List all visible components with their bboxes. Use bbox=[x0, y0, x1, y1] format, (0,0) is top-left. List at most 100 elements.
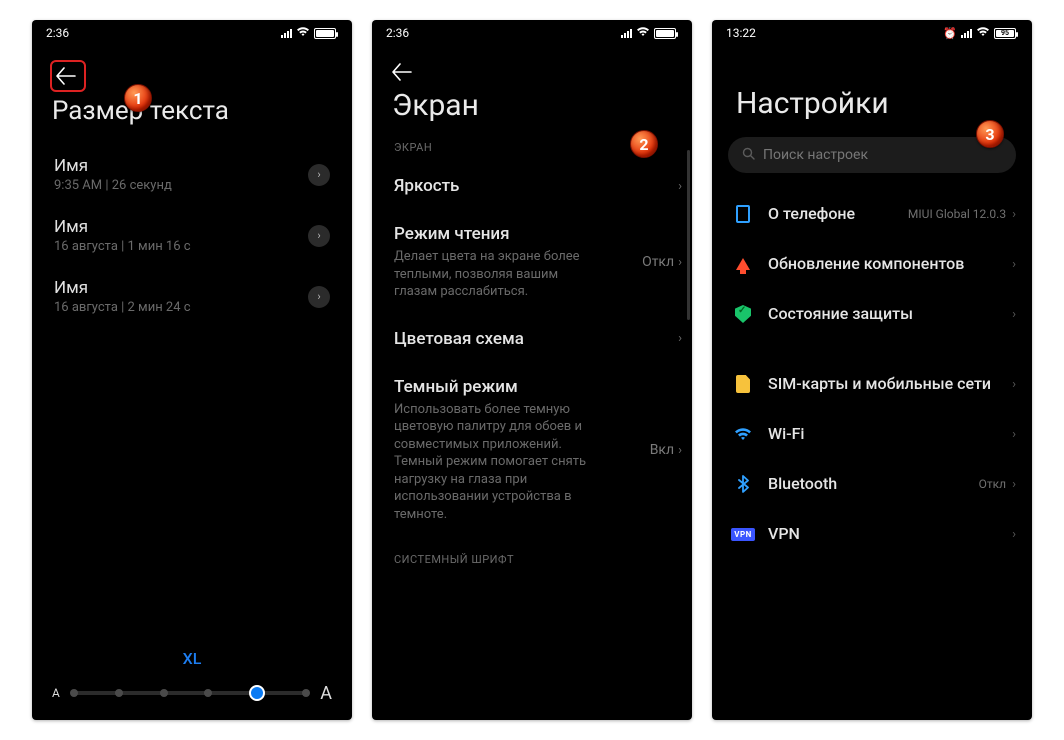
row-label: Состояние защиты bbox=[768, 304, 998, 324]
wifi-row[interactable]: Wi-Fi › bbox=[728, 409, 1020, 459]
settings-list: О телефоне MIUI Global 12.0.3› Обновлени… bbox=[712, 189, 1032, 559]
chevron-right-icon: › bbox=[308, 286, 330, 308]
item-name: Имя bbox=[54, 156, 172, 176]
brightness-row[interactable]: Яркость › bbox=[394, 162, 682, 210]
row-label: Wi-Fi bbox=[768, 424, 992, 444]
status-indicators bbox=[281, 26, 336, 40]
list-item[interactable]: Имя 16 августа | 2 мин 24 с › bbox=[46, 266, 338, 327]
slider-track[interactable] bbox=[70, 682, 310, 704]
bluetooth-icon bbox=[732, 473, 754, 495]
security-status-row[interactable]: Состояние защиты › bbox=[728, 289, 1020, 339]
wifi-icon bbox=[636, 26, 650, 40]
chevron-right-icon: › bbox=[678, 255, 682, 270]
list-item[interactable]: Имя 9:35 AM | 26 секунд › bbox=[46, 144, 338, 205]
row-title: Режим чтения bbox=[394, 224, 632, 244]
row-label: Обновление компонентов bbox=[768, 254, 998, 274]
step-badge-3: 3 bbox=[976, 120, 1004, 148]
slider-stop-active[interactable] bbox=[249, 685, 265, 701]
item-name: Имя bbox=[54, 217, 191, 237]
phone-screen-display: 2:36 Экран 2 ЭКРАН Яркость › Режим чтени… bbox=[372, 20, 692, 720]
section-caption: СИСТЕМНЫЙ ШРИФТ bbox=[394, 537, 682, 566]
battery-icon: 95 bbox=[994, 28, 1016, 39]
wifi-icon bbox=[296, 26, 310, 40]
search-input[interactable]: Поиск настроек bbox=[728, 137, 1016, 173]
bluetooth-row[interactable]: Bluetooth Откл› bbox=[728, 459, 1020, 509]
battery-icon bbox=[314, 28, 336, 39]
row-label: SIM-карты и мобильные сети bbox=[768, 374, 998, 394]
chevron-right-icon: › bbox=[1012, 427, 1016, 442]
battery-percent: 95 bbox=[1001, 29, 1009, 37]
phone-screen-settings: 13:22 ⏰ 95 Настройки 3 Поиск настроек О … bbox=[712, 20, 1032, 720]
display-settings-list: Яркость › Режим чтения Делает цвета на э… bbox=[372, 162, 692, 720]
signal-icon bbox=[961, 28, 972, 38]
item-subtitle: 16 августа | 2 мин 24 с bbox=[54, 300, 191, 315]
chevron-right-icon: › bbox=[1012, 257, 1016, 272]
chevron-right-icon: › bbox=[678, 179, 682, 194]
reading-mode-row[interactable]: Режим чтения Делает цвета на экране боле… bbox=[394, 210, 682, 315]
shield-icon bbox=[732, 303, 754, 325]
size-slider[interactable]: A A bbox=[52, 682, 332, 704]
size-label: XL bbox=[52, 649, 332, 668]
status-bar: 2:36 bbox=[372, 20, 692, 46]
status-time: 2:36 bbox=[46, 26, 69, 40]
slider-stop[interactable] bbox=[302, 689, 310, 697]
vpn-icon: VPN bbox=[732, 523, 754, 545]
nav-bar bbox=[32, 46, 352, 96]
dark-mode-row[interactable]: Темный режим Использовать более темную ц… bbox=[394, 363, 682, 538]
sim-cards-row[interactable]: SIM-карты и мобильные сети › bbox=[728, 359, 1020, 409]
row-title: Яркость bbox=[394, 176, 668, 196]
alarm-icon: ⏰ bbox=[943, 27, 957, 40]
row-title: Темный режим bbox=[394, 377, 640, 397]
chevron-right-icon: › bbox=[1012, 307, 1016, 322]
battery-icon bbox=[654, 28, 676, 39]
vpn-row[interactable]: VPN VPN › bbox=[728, 509, 1020, 559]
search-placeholder: Поиск настроек bbox=[763, 147, 868, 163]
item-subtitle: 9:35 AM | 26 секунд bbox=[54, 178, 172, 193]
chevron-right-icon: › bbox=[678, 331, 682, 346]
status-bar: 13:22 ⏰ 95 bbox=[712, 20, 1032, 46]
status-indicators bbox=[621, 26, 676, 40]
scrollbar[interactable] bbox=[687, 150, 690, 320]
sample-text-list: Имя 9:35 AM | 26 секунд › Имя 16 августа… bbox=[32, 144, 352, 327]
row-title: Цветовая схема bbox=[394, 329, 668, 349]
status-indicators: ⏰ 95 bbox=[943, 26, 1016, 40]
chevron-right-icon: › bbox=[678, 443, 682, 458]
chevron-right-icon: › bbox=[1012, 527, 1016, 542]
sim-icon bbox=[732, 373, 754, 395]
color-scheme-row[interactable]: Цветовая схема › bbox=[394, 315, 682, 363]
wifi-settings-icon bbox=[732, 423, 754, 445]
status-time: 2:36 bbox=[386, 26, 409, 40]
status-time: 13:22 bbox=[726, 26, 756, 40]
back-button[interactable] bbox=[54, 64, 78, 88]
status-bar: 2:36 bbox=[32, 20, 352, 46]
row-description: Делает цвета на экране более теплыми, по… bbox=[394, 248, 594, 301]
list-item[interactable]: Имя 16 августа | 1 мин 16 с › bbox=[46, 205, 338, 266]
chevron-right-icon: › bbox=[1012, 207, 1016, 222]
phone-icon bbox=[732, 203, 754, 225]
about-phone-row[interactable]: О телефоне MIUI Global 12.0.3› bbox=[728, 189, 1020, 239]
step-badge-2: 2 bbox=[630, 130, 658, 158]
chevron-right-icon: › bbox=[308, 164, 330, 186]
item-subtitle: 16 августа | 1 мин 16 с bbox=[54, 239, 191, 254]
signal-icon bbox=[281, 28, 292, 38]
wifi-icon bbox=[976, 26, 990, 40]
chevron-right-icon: › bbox=[308, 225, 330, 247]
page-title: Размер текста bbox=[32, 96, 352, 144]
small-a-icon: A bbox=[52, 686, 60, 700]
update-icon bbox=[732, 253, 754, 275]
slider-stop[interactable] bbox=[204, 689, 212, 697]
step-badge-1: 1 bbox=[124, 84, 152, 112]
back-button-highlight bbox=[50, 60, 86, 92]
big-a-icon: A bbox=[320, 683, 332, 704]
row-value: MIUI Global 12.0.3 bbox=[908, 207, 1006, 221]
system-apps-updater-row[interactable]: Обновление компонентов › bbox=[728, 239, 1020, 289]
back-button[interactable] bbox=[390, 60, 414, 84]
item-name: Имя bbox=[54, 278, 191, 298]
slider-stop[interactable] bbox=[160, 689, 168, 697]
row-value: Откл bbox=[642, 254, 674, 270]
row-label: Bluetooth bbox=[768, 474, 965, 494]
phone-screen-text-size: 2:36 1 Размер текста Имя 9:35 AM | 26 се… bbox=[32, 20, 352, 720]
slider-stop[interactable] bbox=[115, 689, 123, 697]
slider-stop[interactable] bbox=[70, 689, 78, 697]
divider bbox=[728, 339, 1020, 359]
